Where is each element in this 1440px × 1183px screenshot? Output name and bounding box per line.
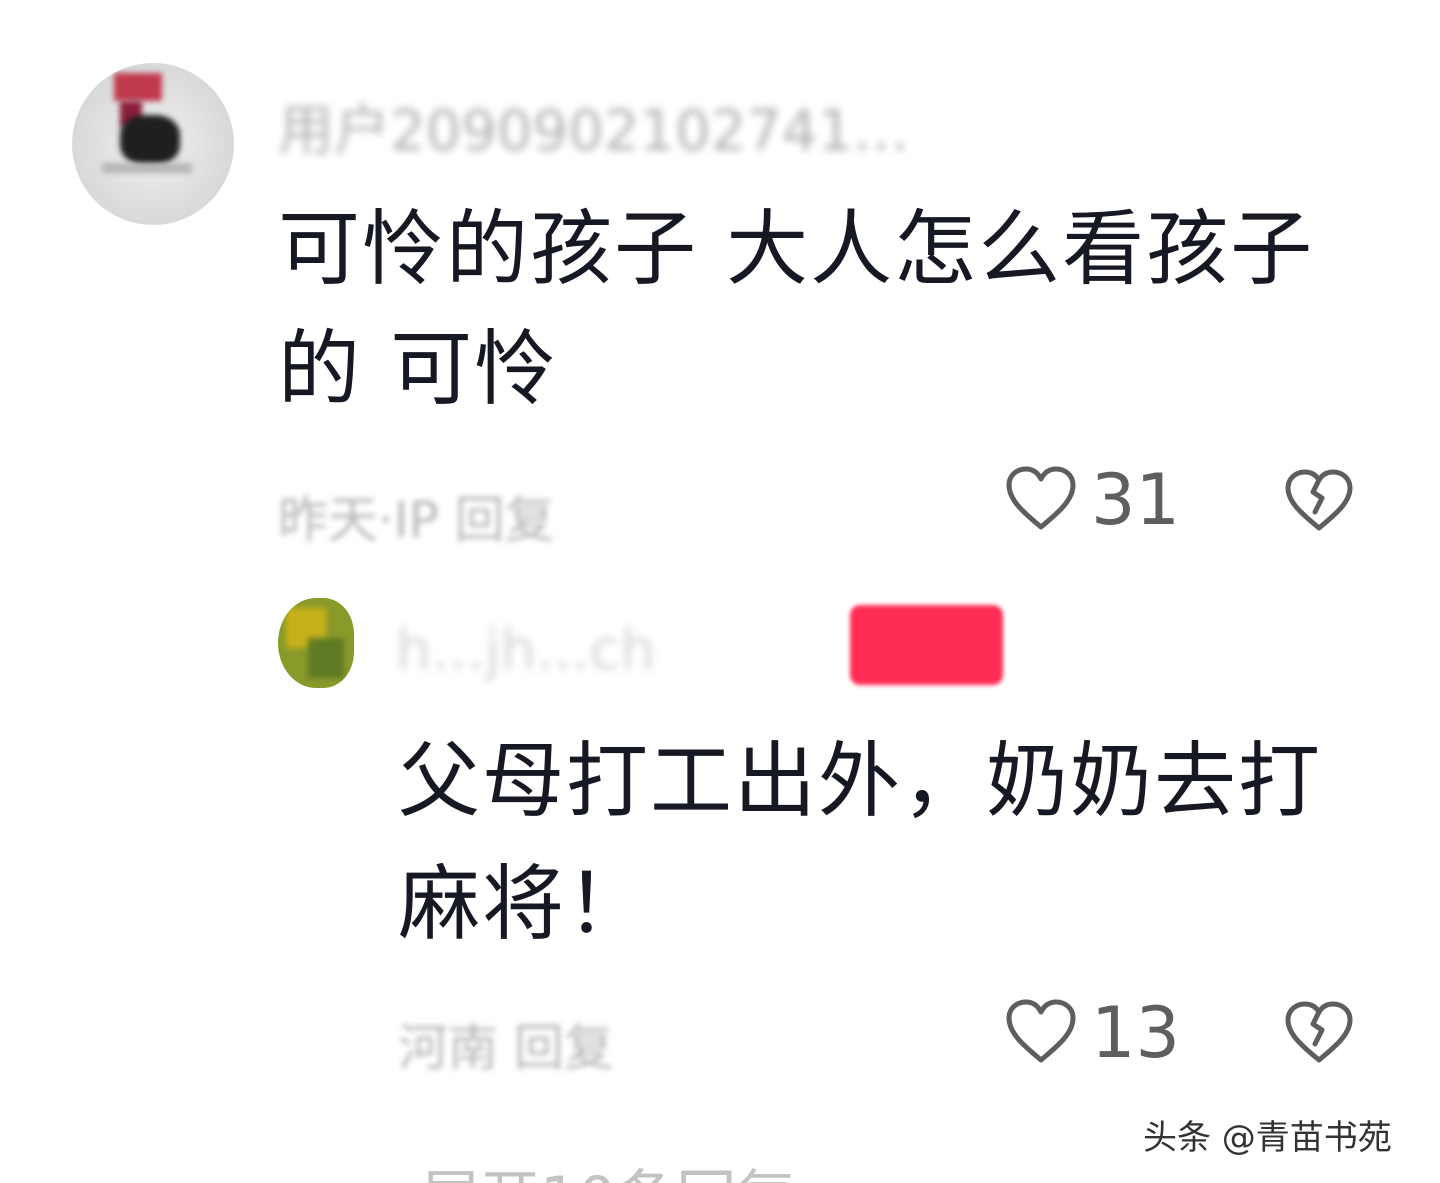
like-button[interactable]: 13: [1005, 998, 1180, 1068]
comment-text: 麻将！: [398, 857, 651, 952]
heart-outline-icon: [1005, 998, 1077, 1068]
comment-thread: 用户2090902102741… 可怜的孩子 大人怎么看孩子 的 可怜 昨天·I…: [0, 0, 1440, 1183]
comment-meta[interactable]: 昨天·IP 回复: [278, 480, 555, 552]
dislike-button[interactable]: [1284, 468, 1354, 536]
comment-text: 的 可怜: [278, 322, 559, 417]
heart-outline-icon: [1005, 465, 1077, 535]
like-count: 13: [1091, 992, 1181, 1074]
username[interactable]: h...jh...ch: [396, 618, 656, 683]
broken-heart-icon: [1284, 469, 1354, 536]
avatar[interactable]: [278, 598, 354, 688]
like-button[interactable]: 31: [1005, 465, 1180, 535]
watermark: 头条 @青苗书苑: [1143, 1118, 1392, 1158]
like-count: 31: [1091, 459, 1181, 541]
avatar[interactable]: [72, 63, 234, 225]
comment-text: 父母打工出外，奶奶去打: [398, 734, 1323, 829]
author-badge: [850, 605, 1003, 685]
broken-heart-icon: [1284, 1001, 1354, 1068]
comment-meta[interactable]: 河南 回复: [398, 1008, 614, 1080]
username[interactable]: 用户2090902102741…: [278, 86, 909, 167]
expand-replies-button[interactable]: 展开10条回复: [420, 1150, 796, 1183]
comment-text: 可怜的孩子 大人怎么看孩子: [278, 202, 1315, 297]
dislike-button[interactable]: [1284, 1000, 1354, 1068]
